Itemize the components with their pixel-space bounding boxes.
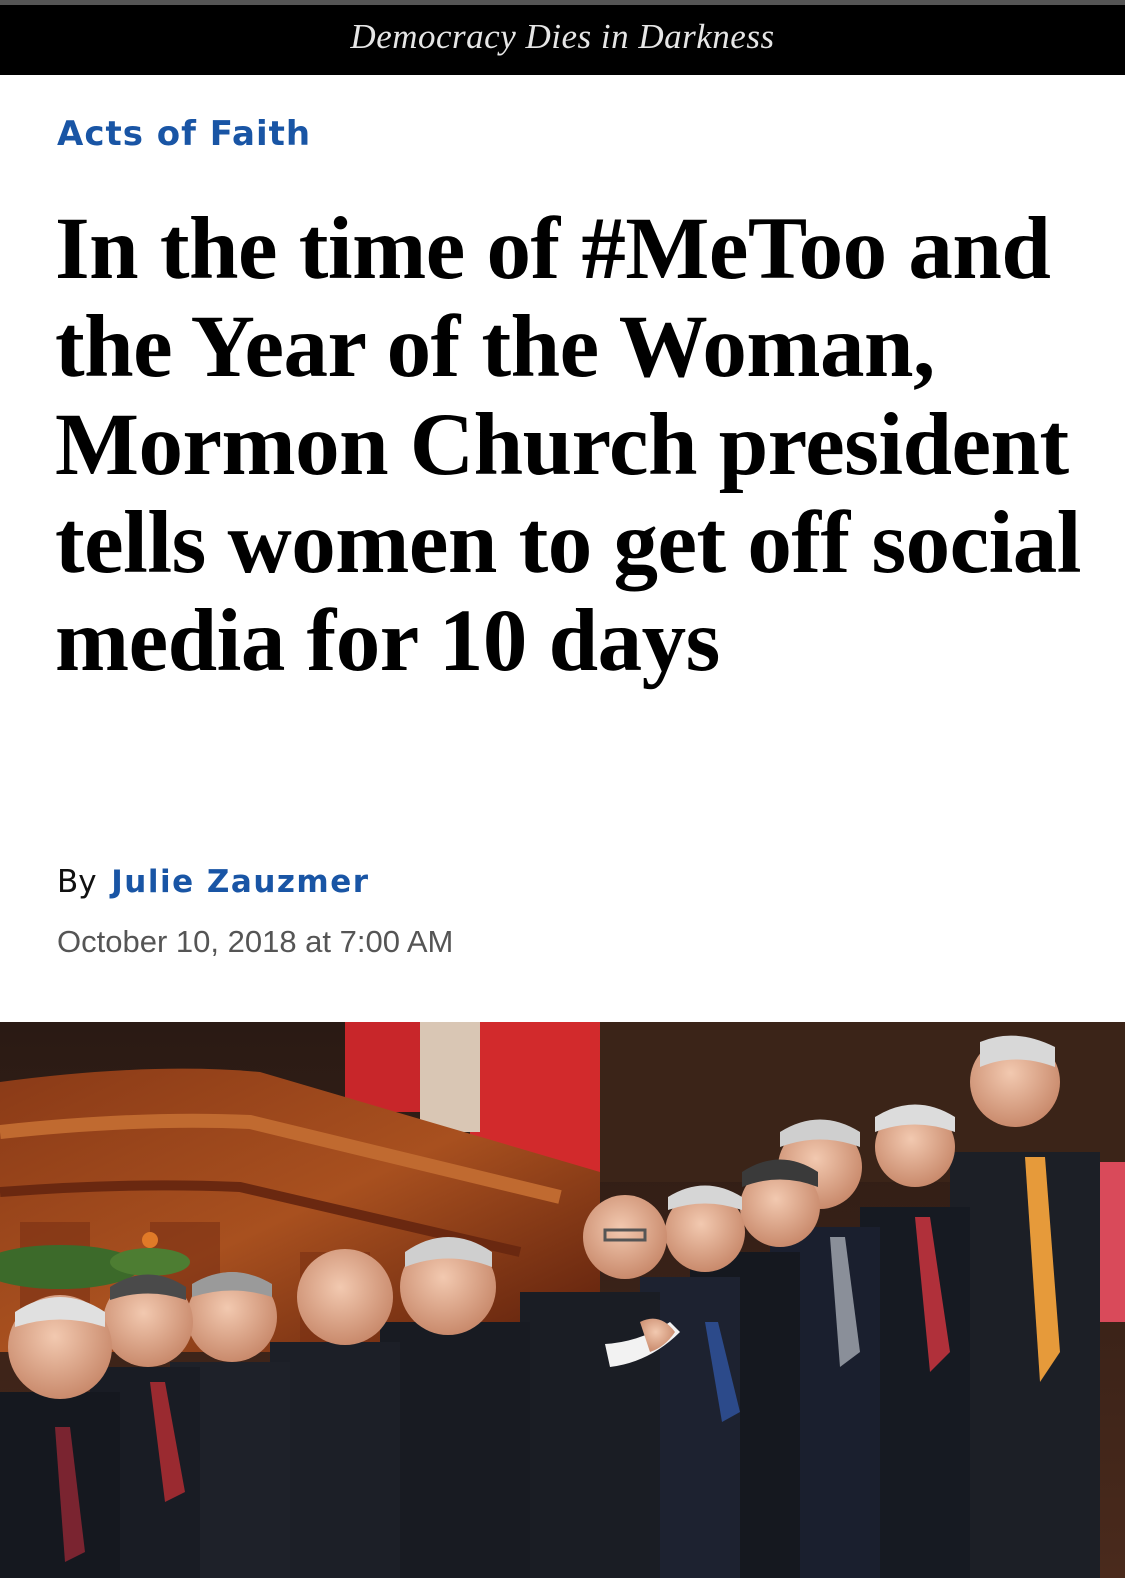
publish-date: October 10, 2018 at 7:00 AM [57,924,454,959]
article-photo-illustration [0,1022,1125,1578]
article-headline: In the time of #MeToo and the Year of th… [55,200,1082,690]
author-link[interactable]: Julie Zauzmer [111,864,369,900]
byline-prefix: By [57,864,97,900]
article-photo [0,1022,1125,1578]
masthead-bar: Democracy Dies in Darkness [0,0,1125,75]
section-label[interactable]: Acts of Faith [57,114,311,154]
byline: By Julie Zauzmer [57,864,370,900]
masthead-tagline: Democracy Dies in Darkness [350,17,775,56]
